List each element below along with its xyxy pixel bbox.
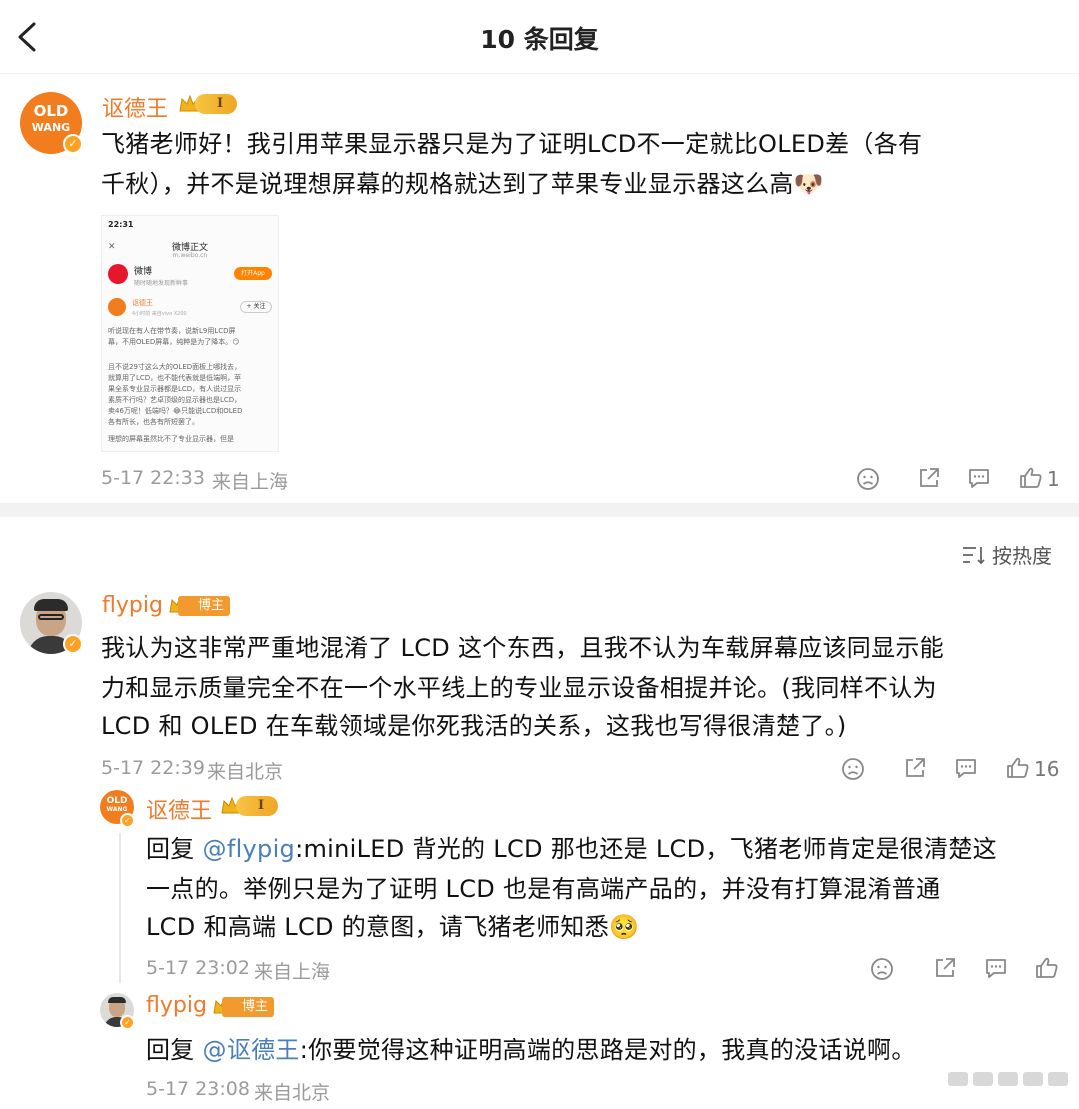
username[interactable]: 讴德王 (146, 793, 212, 825)
reply-text: 回复 @flypig:miniLED 背光的 LCD 那也还是 LCD，飞猪老师… (146, 829, 997, 869)
comment-location: 来自上海 (212, 471, 289, 493)
comment-text: 我认为这非常严重地混淆了 LCD 这个东西，且我不认为车载屏幕应该同显示能 (101, 634, 944, 662)
comment-icon[interactable] (953, 755, 979, 781)
dislike-icon[interactable] (840, 756, 866, 782)
verified-badge-icon: ✓ (120, 1015, 135, 1030)
comment-location: 来自上海 (254, 961, 331, 983)
share-icon[interactable] (916, 465, 942, 491)
thumb-open-app: 打开App (234, 267, 272, 280)
comment-location: 来自北京 (207, 761, 284, 783)
comment-time: 5-17 22:39 (101, 757, 205, 779)
comment-text: 千秋），并不是说理想屏幕的规格就达到了苹果专业显示器这么高🐶 (101, 170, 824, 198)
like-count: 1 (1047, 467, 1060, 491)
comment-location: 来自北京 (254, 1082, 331, 1104)
close-icon: ✕ (108, 242, 116, 252)
comment-icon[interactable] (966, 465, 992, 491)
thumb-avatar (108, 298, 126, 316)
thumb-url: m.weibo.cn (172, 252, 208, 259)
comment-text: 飞猪老师好！我引用苹果显示器只是为了证明LCD不一定就比OLED差（各有 (101, 130, 923, 158)
blogger-tag: 博主 (222, 997, 275, 1017)
weibo-logo-icon (108, 264, 128, 284)
comment-time: 5-17 22:33 (101, 467, 205, 489)
reply-text: 回复 @讴德王:你要觉得这种证明高端的思路是对的，我真的没话说啊。 (146, 1030, 916, 1070)
like-icon[interactable] (1018, 465, 1044, 491)
dislike-icon[interactable] (855, 466, 881, 492)
reply-text: 一点的。举例只是为了证明 LCD 也是有高端产品的，并没有打算混淆普通 (146, 875, 941, 903)
share-icon[interactable] (932, 955, 958, 981)
like-icon[interactable] (1034, 955, 1060, 981)
level-badge: I (195, 94, 238, 114)
thumb-line: 卖46万呢！低端吗？😂只能说LCD和OLED (108, 407, 243, 415)
section-divider (0, 503, 1079, 517)
username[interactable]: flypig (102, 593, 163, 618)
sort-icon[interactable] (962, 545, 986, 565)
dislike-icon[interactable] (869, 956, 895, 982)
level-badge: I (236, 796, 279, 816)
page-title: 10 条回复 (480, 25, 599, 54)
share-icon[interactable] (902, 755, 928, 781)
thumb-line: 就算用了LCD，也不能代表就是低端啊，苹 (108, 374, 242, 382)
comment-image[interactable]: 22:31 微博正文 m.weibo.cn ✕ 微博 随时随地发现新鲜事 打开A… (101, 215, 279, 452)
thumb-line: 各有所长，也各有所短罢了。 (108, 418, 199, 426)
reply-prefix: 回复 (146, 835, 203, 863)
status-time: 22:31 (108, 220, 134, 229)
comment-time: 5-17 23:02 (146, 957, 250, 979)
reply-thread-line (119, 833, 121, 983)
comment-time: 5-17 23:08 (146, 1078, 250, 1100)
mention-link[interactable]: @flypig (203, 835, 296, 863)
verified-badge-icon: ✓ (63, 634, 83, 654)
reply-content: :miniLED 背光的 LCD 那也还是 LCD，飞猪老师肯定是很清楚这 (295, 835, 997, 863)
sort-label[interactable]: 按热度 (992, 540, 1052, 569)
reply-prefix: 回复 (146, 1036, 203, 1064)
thumb-line: 理想的屏幕虽然比不了专业显示器，但是 (108, 435, 234, 443)
blogger-tag: 博主 (178, 596, 231, 616)
thumb-follow: + 关注 (240, 301, 272, 313)
comment-icon[interactable] (983, 955, 1009, 981)
username[interactable]: 讴德王 (102, 91, 168, 123)
like-count: 16 (1034, 757, 1060, 781)
comment-text: LCD 和 OLED 在车载领域是你死我活的关系，这我也写得很清楚了。) (101, 712, 847, 740)
thumb-line: 听说现在有人在带节奏，说新L9用LCD屏 (108, 327, 236, 335)
watermark-dots-icon (948, 1072, 1068, 1086)
thumb-line: 且不说29寸这么大的OLED面板上哪找去， (108, 363, 242, 371)
mention-link[interactable]: @讴德王 (203, 1036, 300, 1064)
thumb-line: 幕，不用OLED屏幕，纯粹是为了降本。😏 (108, 338, 240, 346)
thumb-line: 果全系专业显示器都是LCD，有人说过显示 (108, 385, 242, 393)
comment-text: 力和显示质量完全不在一个水平线上的专业显示设备相提并论。(我同样不认为 (101, 674, 937, 702)
like-icon[interactable] (1005, 755, 1031, 781)
reply-content: :你要觉得这种证明高端的思路是对的，我真的没话说啊。 (299, 1036, 916, 1064)
top-bar: 10 条回复 (0, 0, 1079, 74)
reply-text: LCD 和高端 LCD 的意图，请飞猪老师知悉🥺 (146, 913, 640, 941)
verified-badge-icon: ✓ (63, 134, 83, 154)
thumb-line: 素质不行吗？艺卓顶级的显示器也是LCD， (108, 396, 242, 404)
username[interactable]: flypig (146, 993, 207, 1018)
verified-badge-icon: ✓ (120, 813, 135, 828)
